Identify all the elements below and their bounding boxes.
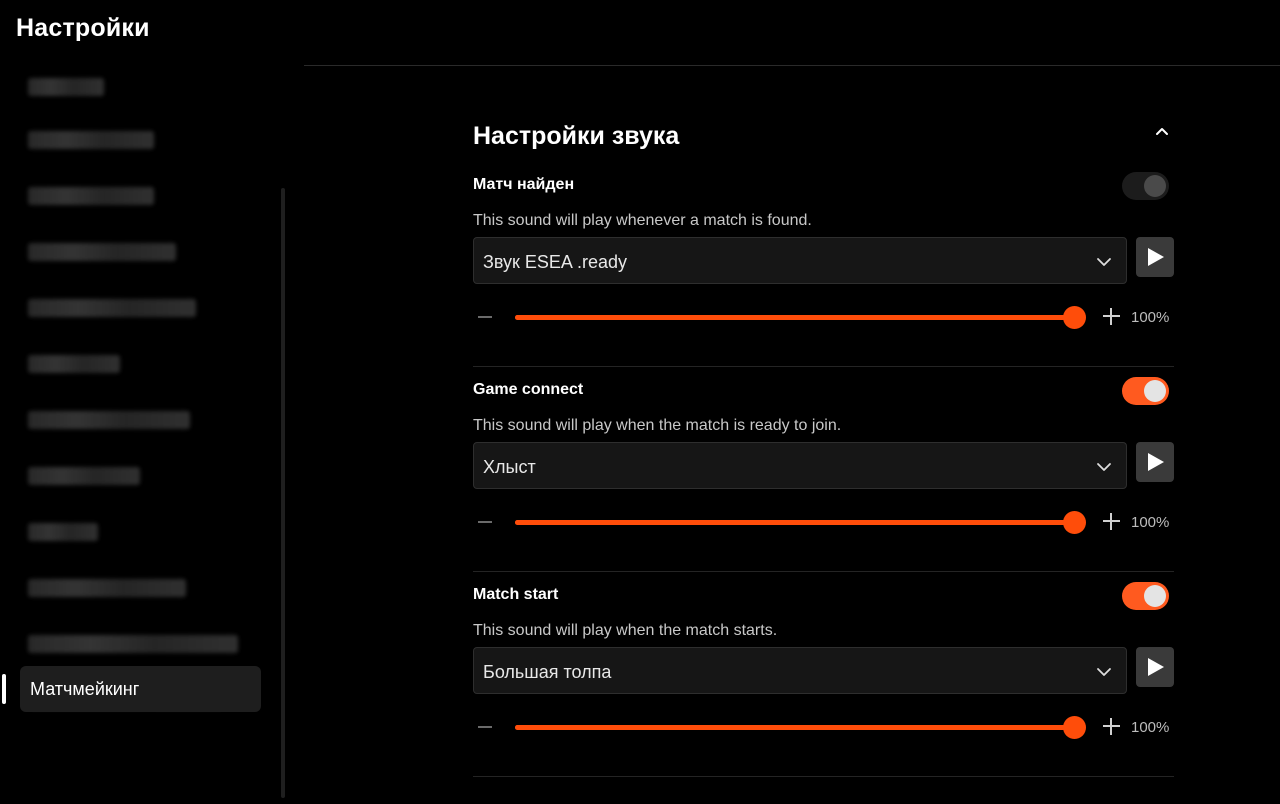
enable-toggle[interactable]	[1122, 377, 1169, 405]
sidebar-item-blurred[interactable]	[28, 299, 196, 317]
sidebar-item-blurred[interactable]	[28, 411, 190, 429]
sidebar-item-blurred[interactable]	[28, 467, 140, 485]
sidebar-item-blurred[interactable]	[28, 243, 176, 261]
volume-slider-track[interactable]	[515, 520, 1074, 525]
volume-slider-track[interactable]	[515, 725, 1074, 730]
sound-setting-game-connect: Game connect This sound will play when t…	[473, 367, 1174, 572]
chevron-up-icon[interactable]	[1155, 124, 1169, 138]
volume-slider-thumb[interactable]	[1062, 306, 1086, 329]
app-header: Настройки	[0, 0, 1280, 66]
volume-decrease-button[interactable]	[478, 521, 492, 523]
sidebar-item-blurred[interactable]	[28, 523, 98, 541]
sound-description: This sound will play when the match is r…	[473, 417, 842, 434]
sound-name: Матч найден	[473, 176, 575, 193]
chevron-down-icon	[1097, 463, 1111, 471]
volume-slider-thumb[interactable]	[1062, 716, 1086, 739]
sidebar-item-label: Матчмейкинг	[30, 679, 140, 699]
volume-value: 100%	[1131, 514, 1170, 531]
section-title: Настройки звука	[473, 122, 680, 150]
active-indicator	[2, 674, 6, 704]
play-button[interactable]	[1136, 237, 1174, 277]
sidebar-item-blurred[interactable]	[28, 78, 104, 96]
volume-increase-button[interactable]	[1103, 513, 1120, 530]
play-icon	[1148, 453, 1164, 471]
sound-description: This sound will play whenever a match is…	[473, 212, 812, 229]
sound-description: This sound will play when the match star…	[473, 622, 778, 639]
sound-name: Match start	[473, 586, 559, 603]
sound-setting-match-found: Матч найден This sound will play wheneve…	[473, 162, 1174, 367]
selected-sound: Звук ESEA .ready	[483, 252, 627, 272]
volume-slider-thumb[interactable]	[1062, 511, 1086, 534]
selected-sound: Хлыст	[483, 457, 536, 477]
volume-slider-track[interactable]	[515, 315, 1074, 320]
play-icon	[1148, 248, 1164, 266]
volume-value: 100%	[1131, 309, 1170, 326]
play-button[interactable]	[1136, 647, 1174, 687]
sidebar-item-blurred[interactable]	[28, 355, 120, 373]
volume-increase-button[interactable]	[1103, 718, 1120, 735]
sound-select[interactable]: Хлыст	[473, 442, 1127, 489]
enable-toggle[interactable]	[1122, 582, 1169, 610]
sidebar-scrollbar[interactable]	[281, 188, 285, 798]
sound-setting-match-start: Match start This sound will play when th…	[473, 572, 1174, 777]
sidebar-item-matchmaking[interactable]: Матчмейкинг	[20, 666, 261, 712]
chevron-down-icon	[1097, 668, 1111, 676]
sidebar-item-blurred[interactable]	[28, 131, 154, 149]
selected-sound: Большая толпа	[483, 662, 612, 682]
page-title: Настройки	[16, 14, 150, 42]
divider	[473, 776, 1174, 777]
sidebar-item-blurred[interactable]	[28, 579, 186, 597]
sound-select[interactable]: Большая толпа	[473, 647, 1127, 694]
sidebar-item-blurred[interactable]	[28, 187, 154, 205]
chevron-down-icon	[1097, 258, 1111, 266]
volume-value: 100%	[1131, 719, 1170, 736]
sidebar-item-blurred[interactable]	[28, 635, 238, 653]
enable-toggle[interactable]	[1122, 172, 1169, 200]
play-icon	[1148, 658, 1164, 676]
sound-select[interactable]: Звук ESEA .ready	[473, 237, 1127, 284]
volume-decrease-button[interactable]	[478, 726, 492, 728]
play-button[interactable]	[1136, 442, 1174, 482]
volume-decrease-button[interactable]	[478, 316, 492, 318]
sound-name: Game connect	[473, 381, 584, 398]
volume-increase-button[interactable]	[1103, 308, 1120, 325]
